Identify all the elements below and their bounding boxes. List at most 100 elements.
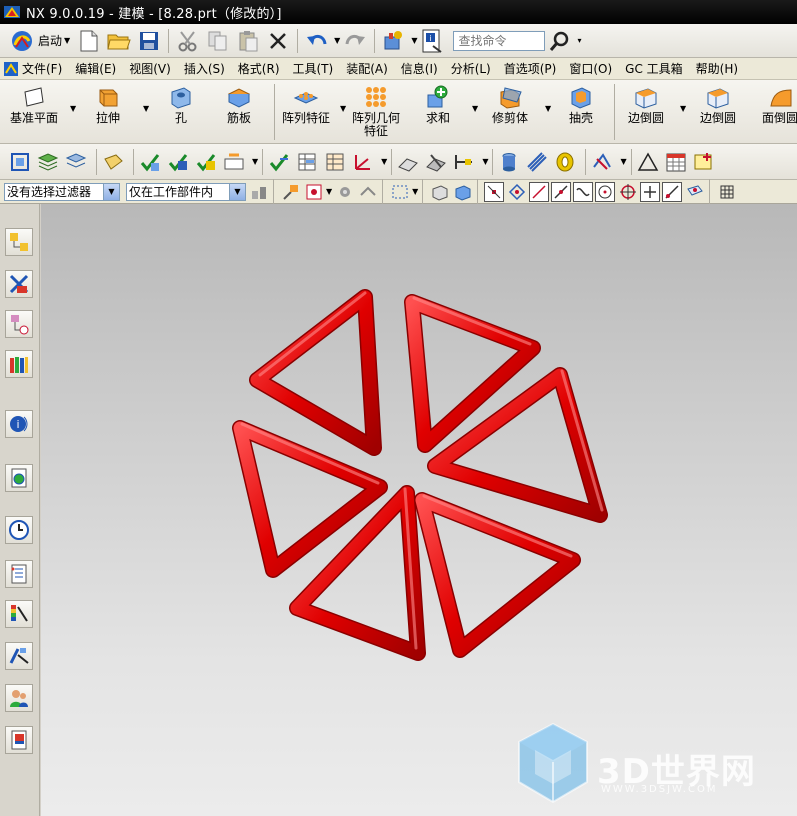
snap-tangent-button[interactable]: [551, 181, 572, 202]
shell-button[interactable]: 抽壳: [568, 84, 594, 125]
menu-help[interactable]: 帮助(H): [696, 60, 738, 77]
chevron-down-icon[interactable]: ▼: [340, 104, 346, 113]
menu-gc-toolkits[interactable]: GC 工具箱: [625, 60, 683, 77]
reuse-library-tab[interactable]: [5, 350, 33, 378]
open-file-button[interactable]: [106, 28, 132, 54]
graphics-window[interactable]: 3D世界网 WWW.3DSJW.COM: [41, 204, 797, 816]
command-finder-button[interactable]: [381, 28, 407, 54]
delete-button[interactable]: [265, 28, 291, 54]
assembly-filter-button[interactable]: [249, 182, 269, 202]
manufacturing-wizard-tab[interactable]: [5, 642, 33, 670]
helix-button[interactable]: [525, 150, 549, 174]
snap-midpoint-button[interactable]: [507, 182, 527, 202]
chevron-down-icon[interactable]: ▼: [412, 187, 418, 196]
select-bodies-button[interactable]: [453, 182, 473, 202]
text-style-button[interactable]: [222, 150, 246, 174]
part-navigator-tab[interactable]: [5, 310, 33, 338]
info-button[interactable]: i: [419, 28, 445, 54]
menu-analysis[interactable]: 分析(L): [451, 60, 491, 77]
triangle-button[interactable]: [636, 150, 660, 174]
select-faces-button[interactable]: [430, 182, 450, 202]
start-button[interactable]: 启动 ▼: [6, 28, 74, 54]
section-view-button[interactable]: [396, 150, 420, 174]
snap-quadrant-button[interactable]: [618, 182, 638, 202]
menu-edit[interactable]: 编辑(E): [75, 60, 116, 77]
pattern-geometry-button[interactable]: 阵列几何 特征: [352, 84, 400, 138]
pattern-feature-button[interactable]: 阵列特征: [282, 84, 330, 125]
face-blend-button[interactable]: 面倒圆: [762, 84, 797, 125]
new-file-button[interactable]: [76, 28, 102, 54]
chevron-down-icon[interactable]: ▼: [680, 104, 686, 113]
menu-insert[interactable]: 插入(S): [184, 60, 225, 77]
chevron-down-icon[interactable]: ▾: [577, 36, 581, 45]
check-mate-yellow-button[interactable]: [194, 150, 218, 174]
chevron-down-icon[interactable]: ▼: [103, 183, 119, 200]
menu-information[interactable]: 信息(I): [401, 60, 438, 77]
command-search-input[interactable]: [453, 30, 546, 51]
torus-button[interactable]: [553, 150, 577, 174]
wcs-button[interactable]: [351, 150, 375, 174]
chevron-down-icon[interactable]: ▼: [411, 36, 417, 45]
snap-settings-button[interactable]: [335, 182, 355, 202]
dimension-button[interactable]: [452, 150, 476, 174]
edge-blend-2-button[interactable]: 边倒圆: [700, 84, 736, 125]
menu-file[interactable]: 文件(F): [22, 60, 62, 77]
menu-window[interactable]: 窗口(O): [569, 60, 612, 77]
cut-button[interactable]: [175, 28, 201, 54]
chevron-down-icon[interactable]: ▼: [143, 104, 149, 113]
menu-preferences[interactable]: 首选项(P): [504, 60, 557, 77]
chevron-down-icon[interactable]: ▼: [381, 157, 387, 166]
nx-menu-icon[interactable]: [4, 61, 18, 76]
selection-scope-button[interactable]: [304, 182, 324, 202]
edge-blend-button[interactable]: 边倒圆: [628, 84, 664, 125]
snap-line-button[interactable]: [529, 181, 550, 202]
chevron-down-icon[interactable]: ▼: [70, 104, 76, 113]
trim-body-button[interactable]: 修剪体: [492, 84, 528, 125]
hd3d-tools-tab[interactable]: i: [5, 410, 33, 438]
undo-button[interactable]: [304, 28, 330, 54]
chevron-down-icon[interactable]: ▼: [229, 183, 245, 200]
sketch-button[interactable]: [590, 150, 614, 174]
scope-filter-select[interactable]: 仅在工作部件内 ▼: [126, 182, 246, 201]
snap-endpoint-button[interactable]: [484, 181, 505, 202]
calendar-table-button[interactable]: [664, 150, 688, 174]
grid-button[interactable]: [717, 182, 737, 202]
extrude-button[interactable]: 拉伸: [95, 84, 121, 125]
menu-format[interactable]: 格式(R): [238, 60, 280, 77]
type-filter-select[interactable]: 没有选择过滤器 ▼: [4, 182, 120, 201]
chevron-down-icon[interactable]: ▼: [545, 104, 551, 113]
chevron-down-icon[interactable]: ▼: [252, 157, 258, 166]
insert-table-button[interactable]: [692, 150, 716, 174]
hole-button[interactable]: 孔: [168, 84, 194, 125]
assembly-navigator-tab[interactable]: [5, 228, 33, 256]
chevron-down-icon[interactable]: ▼: [334, 36, 340, 45]
spreadsheet-button[interactable]: [323, 150, 347, 174]
chevron-down-icon[interactable]: ▼: [620, 157, 626, 166]
constraint-navigator-tab[interactable]: [5, 270, 33, 298]
chevron-down-icon[interactable]: ▼: [472, 104, 478, 113]
clip-section-button[interactable]: [424, 150, 448, 174]
snap-intersection-button[interactable]: [640, 181, 661, 202]
copy-button[interactable]: [205, 28, 231, 54]
menu-view[interactable]: 视图(V): [129, 60, 171, 77]
check-geometry-button[interactable]: [138, 150, 162, 174]
select-features-button[interactable]: [281, 182, 301, 202]
rectangle-select-button[interactable]: [390, 182, 410, 202]
snap-existing-point-button[interactable]: [662, 181, 683, 202]
snap-curve-button[interactable]: [573, 181, 594, 202]
redo-button[interactable]: [342, 28, 368, 54]
system-scenes-tab[interactable]: [5, 726, 33, 754]
process-studio-tab[interactable]: [5, 560, 33, 588]
check-mate-blue-button[interactable]: [166, 150, 190, 174]
unite-button[interactable]: 求和: [425, 84, 451, 125]
chevron-down-icon[interactable]: ▼: [482, 157, 488, 166]
fit-view-button[interactable]: [8, 150, 32, 174]
rib-button[interactable]: 筋板: [226, 84, 252, 125]
cylinder-button[interactable]: [497, 150, 521, 174]
menu-assembly[interactable]: 装配(A): [346, 60, 388, 77]
chevron-down-icon[interactable]: ▼: [326, 187, 332, 196]
menu-tools[interactable]: 工具(T): [293, 60, 334, 77]
wave-link-button[interactable]: [358, 182, 378, 202]
visualization-tab[interactable]: [5, 600, 33, 628]
history-tab[interactable]: [5, 516, 33, 544]
